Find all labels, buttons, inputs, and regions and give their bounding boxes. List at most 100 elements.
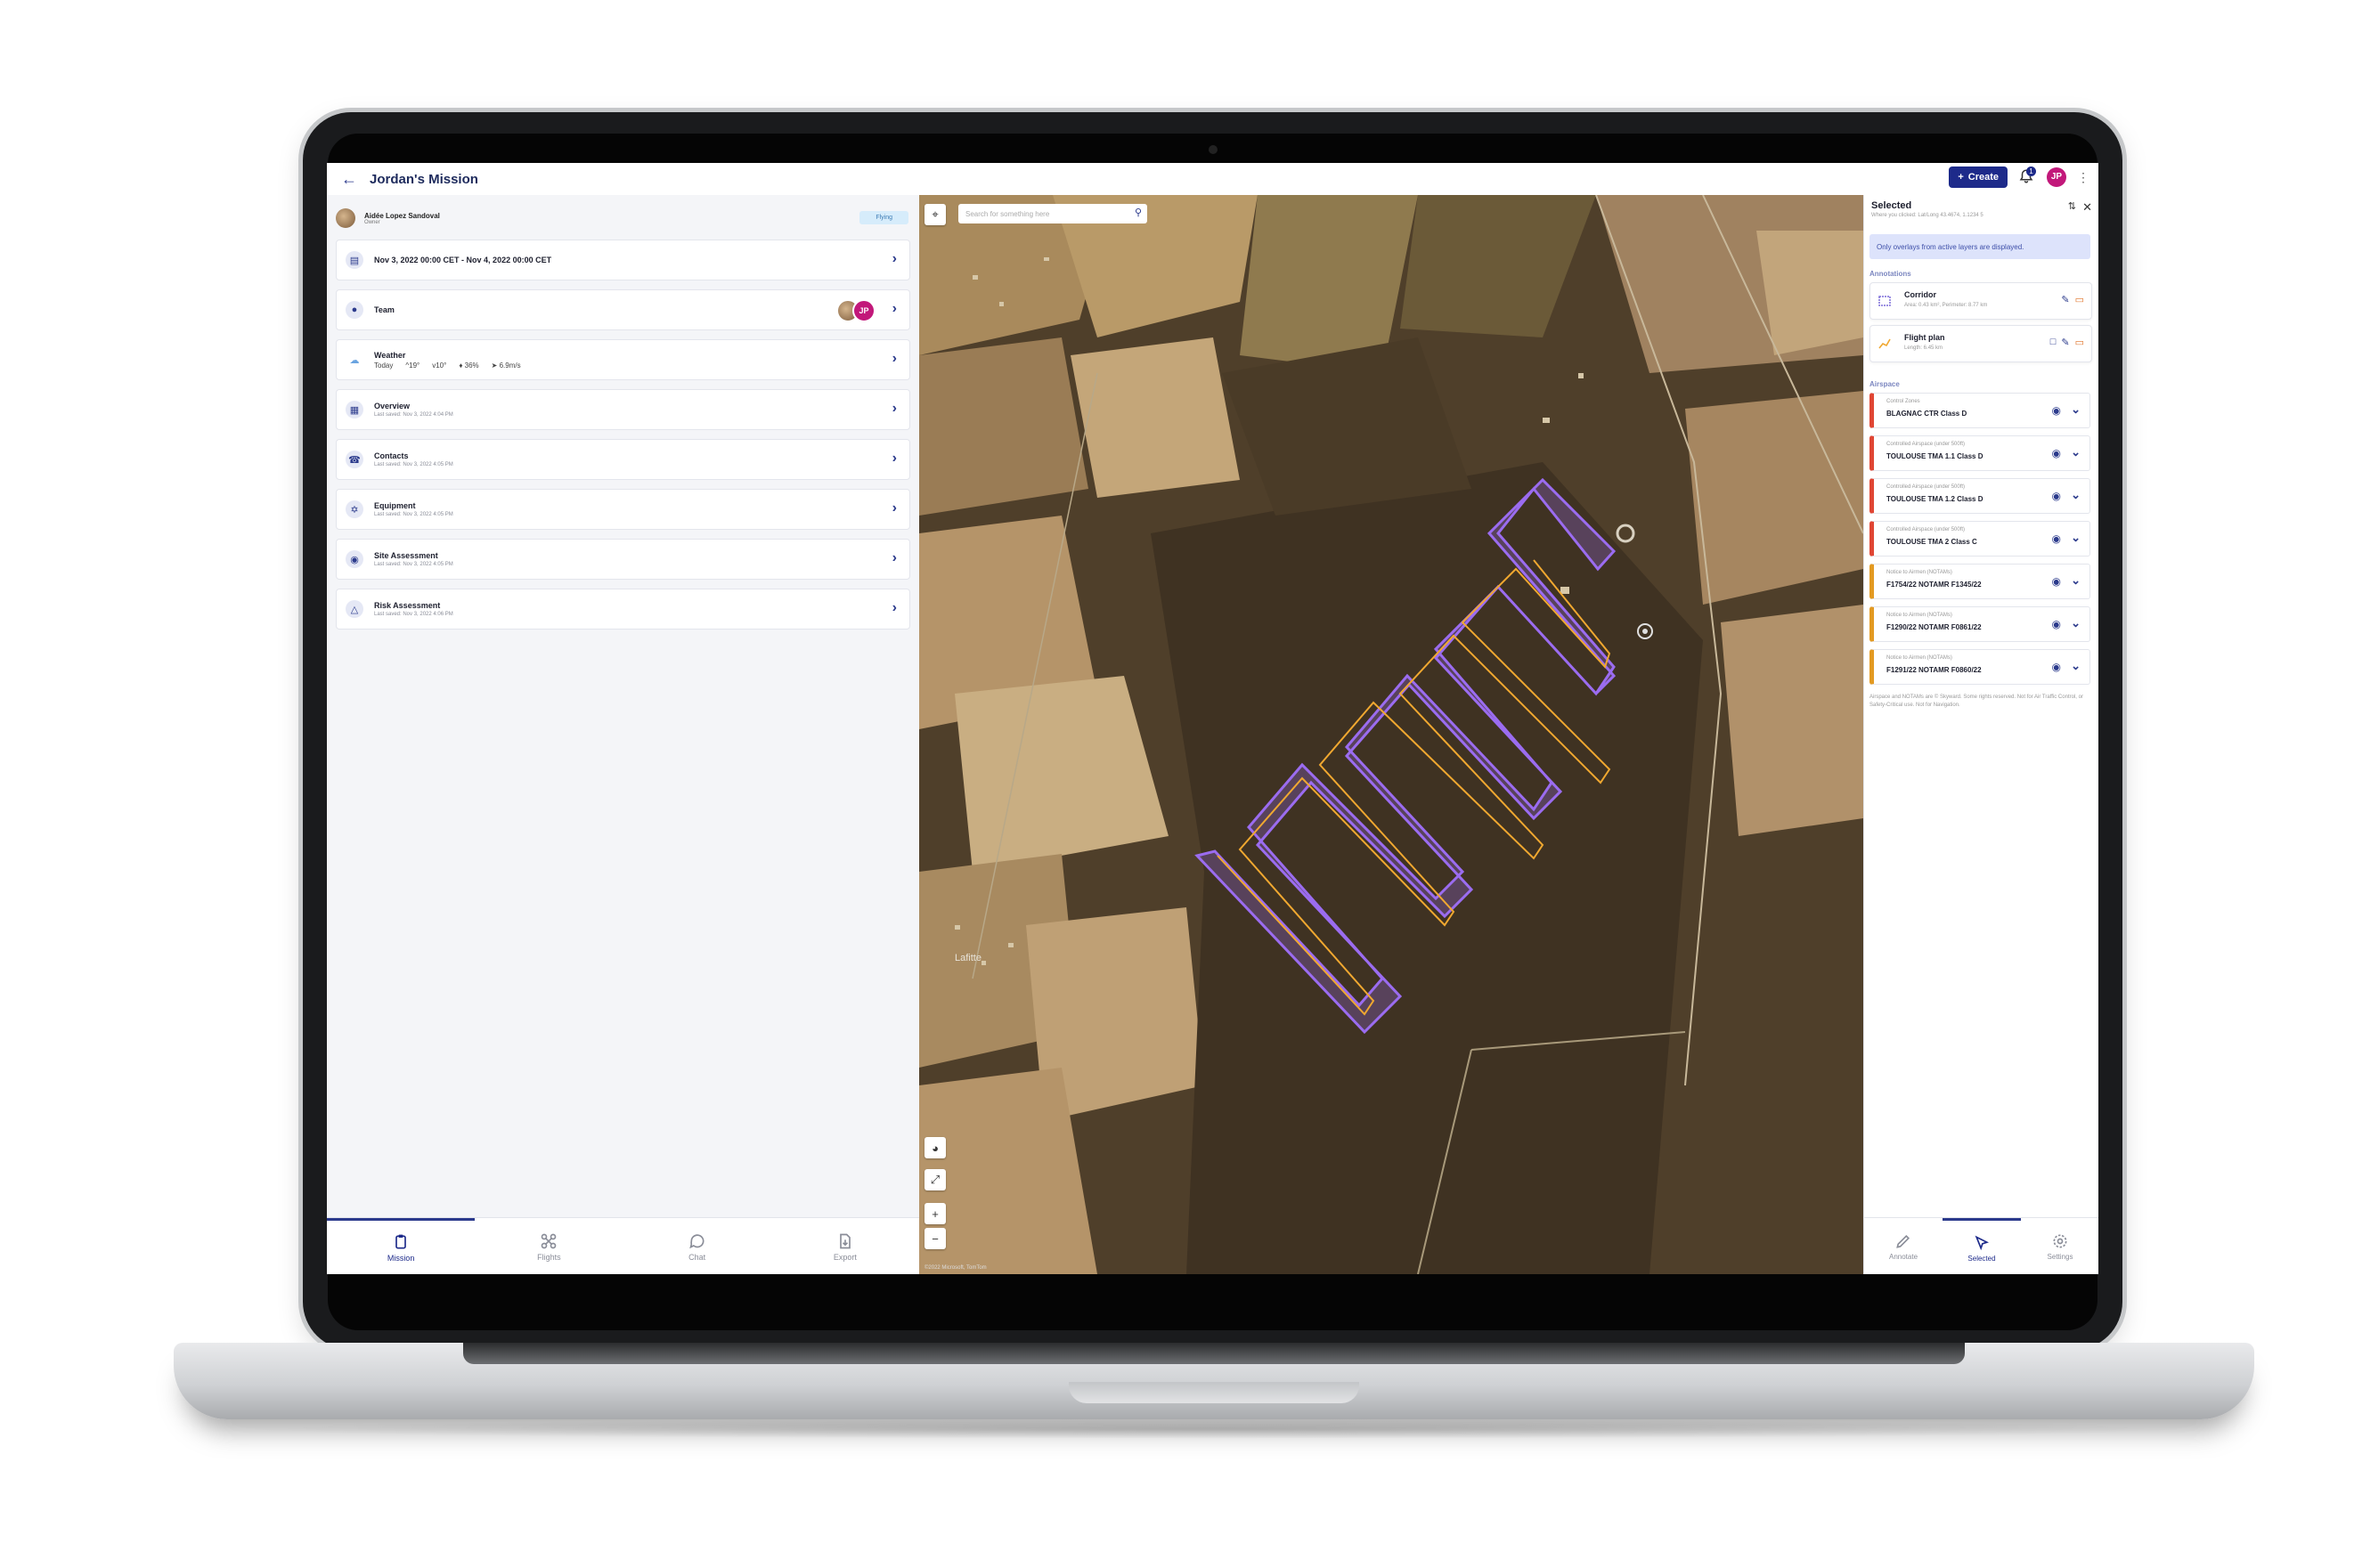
weather-row[interactable]: ☁ Weather Today ^19° v10° ♦ 36% ➤ 6.9m/s… <box>336 339 910 380</box>
row-subtitle: Last saved: Nov 3, 2022 4:04 PM <box>374 412 453 418</box>
tab-label: Chat <box>688 1252 706 1262</box>
flight-plan-icon <box>1878 338 1891 349</box>
airspace-item[interactable]: Control Zones BLAGNAC CTR Class D ◉ ⌄ <box>1869 393 2090 428</box>
delete-icon[interactable]: ▭ <box>2075 294 2084 305</box>
cursor-select-icon <box>1975 1235 1990 1250</box>
row-title: Contacts <box>374 451 409 460</box>
chevron-down-icon[interactable]: ⌄ <box>2071 488 2081 502</box>
chevron-right-icon: › <box>892 251 897 266</box>
eye-icon[interactable]: ◉ <box>2052 404 2061 417</box>
crosshair-icon: ⌖ <box>932 207 939 221</box>
row-title: Overview <box>374 402 411 410</box>
temp-low: v10° <box>432 361 447 370</box>
annotation-subtitle: Area: 0.43 km², Perimeter: 8.77 km <box>1904 303 1988 308</box>
user-avatar[interactable]: JP <box>2047 167 2066 187</box>
tab-settings[interactable]: Settings <box>2021 1218 2098 1274</box>
owner-name: Aidée Lopez Sandoval <box>364 211 440 220</box>
map-place-label: Lafitte <box>955 953 982 963</box>
layers-button[interactable]: ◕ <box>924 1137 946 1158</box>
airspace-disclaimer: Airspace and NOTAMs are © Skyward. Some … <box>1869 695 2083 708</box>
app-screen: ← Jordan's Mission + Create 1 JP ⋮ Aidée… <box>327 163 2098 1274</box>
chevron-down-icon[interactable]: ⌄ <box>2071 573 2081 588</box>
map-search-input[interactable]: Search for something here ⚲ <box>958 204 1147 223</box>
chevron-down-icon[interactable]: ⌄ <box>2071 402 2081 417</box>
airspace-name: TOULOUSE TMA 2 Class C <box>1886 538 1977 546</box>
delete-icon[interactable]: ▭ <box>2075 337 2084 348</box>
fullscreen-button[interactable]: ⤢ <box>924 1169 946 1190</box>
notification-count-badge: 1 <box>2026 167 2036 176</box>
globe-icon: ◕ <box>932 1141 939 1155</box>
airspace-type: Control Zones <box>1886 399 1920 404</box>
edit-icon[interactable]: ✎ <box>2061 294 2069 305</box>
panel-title: Selected <box>1871 200 1912 211</box>
mission-panel: Aidée Lopez Sandoval Owner Flying ▤ Nov … <box>327 195 919 1274</box>
annotation-corridor[interactable]: Corridor Area: 0.43 km², Perimeter: 8.77… <box>1869 282 2092 320</box>
eye-icon[interactable]: ◉ <box>2052 447 2061 459</box>
risk-assessment-row[interactable]: △ Risk Assessment Last saved: Nov 3, 2022… <box>336 589 910 630</box>
eye-icon[interactable]: ◉ <box>2052 490 2061 502</box>
calendar-icon: ▤ <box>346 251 363 269</box>
tab-export[interactable]: Export <box>771 1218 919 1274</box>
airspace-item[interactable]: Controlled Airspace (under 500ft) TOULOU… <box>1869 521 2090 557</box>
info-banner: Only overlays from active layers are dis… <box>1869 234 2090 259</box>
equipment-row[interactable]: ✡ Equipment Last saved: Nov 3, 2022 4:05 … <box>336 489 910 530</box>
create-button[interactable]: + Create <box>1949 167 2008 188</box>
owner-role: Owner <box>364 219 380 225</box>
airspace-type: Notice to Airmen (NOTAMs) <box>1886 613 1952 618</box>
row-title: Site Assessment <box>374 551 438 560</box>
mission-dates-row[interactable]: ▤ Nov 3, 2022 00:00 CET - Nov 4, 2022 00… <box>336 240 910 280</box>
tab-label: Mission <box>387 1254 415 1263</box>
tab-annotate[interactable]: Annotate <box>1864 1218 1943 1274</box>
notam-item[interactable]: Notice to Airmen (NOTAMs) F1290/22 NOTAM… <box>1869 606 2090 642</box>
tab-label: Export <box>833 1252 857 1262</box>
airspace-type: Notice to Airmen (NOTAMs) <box>1886 570 1952 575</box>
edit-icon[interactable]: ✎ <box>2061 337 2069 348</box>
notam-item[interactable]: Notice to Airmen (NOTAMs) F1754/22 NOTAM… <box>1869 564 2090 599</box>
annotation-title: Flight plan <box>1904 333 1945 342</box>
eye-icon[interactable]: ◉ <box>2052 661 2061 673</box>
chevron-down-icon[interactable]: ⌄ <box>2071 616 2081 630</box>
eye-icon[interactable]: ◉ <box>2052 618 2061 630</box>
zoom-in-button[interactable]: + <box>924 1203 946 1224</box>
owner-avatar <box>336 208 355 228</box>
page-title: Jordan's Mission <box>370 171 478 187</box>
chevron-down-icon[interactable]: ⌄ <box>2071 659 2081 673</box>
airspace-type: Notice to Airmen (NOTAMs) <box>1886 655 1952 661</box>
drone-icon <box>542 1233 557 1248</box>
team-row[interactable]: ● Team JP › <box>336 289 910 330</box>
tab-flights[interactable]: Flights <box>475 1218 623 1274</box>
expand-icon: ⤢ <box>930 1173 941 1186</box>
map-center-button[interactable]: ⌖ <box>924 204 946 225</box>
site-assessment-row[interactable]: ◉ Site Assessment Last saved: Nov 3, 2022… <box>336 539 910 580</box>
chevron-down-icon[interactable]: ⌄ <box>2071 445 2081 459</box>
notam-item[interactable]: Notice to Airmen (NOTAMs) F1291/22 NOTAM… <box>1869 649 2090 685</box>
filter-icon[interactable]: ⇅ <box>2068 200 2076 212</box>
row-title: Equipment <box>374 501 416 510</box>
close-icon[interactable]: ✕ <box>2082 200 2092 215</box>
annotations-label: Annotations <box>1869 270 1911 278</box>
status-badge: Flying <box>859 211 908 224</box>
chevron-down-icon[interactable]: ⌄ <box>2071 531 2081 545</box>
eye-icon[interactable]: ◉ <box>2052 575 2061 588</box>
more-options-icon[interactable]: ⋮ <box>2077 170 2089 185</box>
annotation-flight-plan[interactable]: Flight plan Length: 6.45 km □ ✎ ▭ <box>1869 325 2092 362</box>
row-subtitle: Last saved: Nov 3, 2022 4:06 PM <box>374 612 453 617</box>
people-icon: ● <box>346 301 363 319</box>
tab-selected[interactable]: Selected <box>1943 1218 2021 1274</box>
selected-panel: Selected Where you clicked: Lat/Long 43.… <box>1863 195 2098 1274</box>
tab-mission[interactable]: Mission <box>327 1218 476 1274</box>
temp-high: ^19° <box>405 361 420 370</box>
map-view[interactable]: Lafitte ⌖ Search for something here ⚲ ◕ … <box>919 195 1863 1274</box>
zoom-out-button[interactable]: − <box>924 1228 946 1249</box>
route-icon[interactable]: □ <box>2050 337 2057 348</box>
airspace-item[interactable]: Controlled Airspace (under 500ft) TOULOU… <box>1869 478 2090 514</box>
eye-icon[interactable]: ◉ <box>2052 532 2061 545</box>
notifications-button[interactable]: 1 <box>2018 167 2036 186</box>
airspace-item[interactable]: Controlled Airspace (under 500ft) TOULOU… <box>1869 435 2090 471</box>
clipboard-icon <box>395 1234 406 1249</box>
contacts-row[interactable]: ☎ Contacts Last saved: Nov 3, 2022 4:05 P… <box>336 439 910 480</box>
tab-chat[interactable]: Chat <box>623 1218 771 1274</box>
overview-row[interactable]: ▦ Overview Last saved: Nov 3, 2022 4:04 P… <box>336 389 910 430</box>
annotation-title: Corridor <box>1904 290 1936 299</box>
back-arrow-icon[interactable]: ← <box>336 163 362 195</box>
